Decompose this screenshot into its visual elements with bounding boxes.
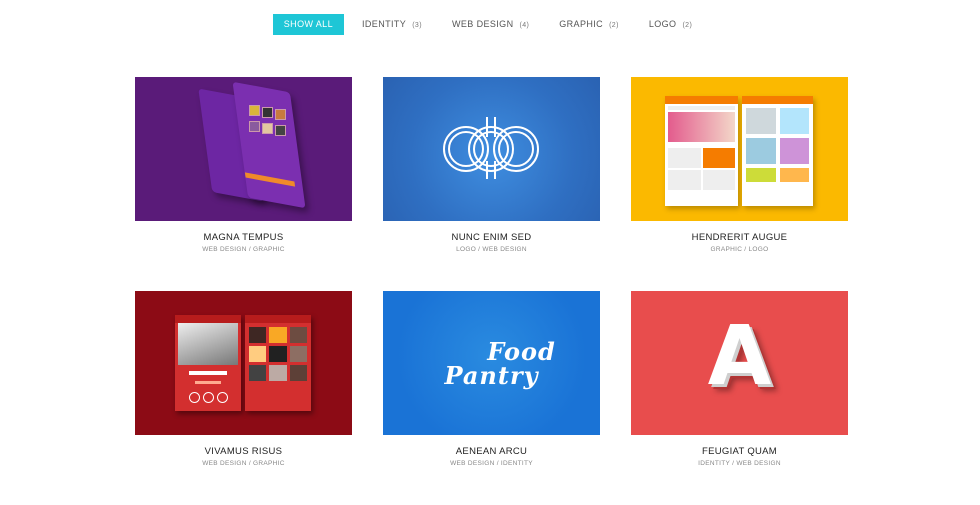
filter-count: (3) [412, 22, 422, 29]
portfolio-thumbnail-food-pantry[interactable]: Food Pantry [383, 291, 600, 435]
filter-label: LOGO [648, 19, 677, 29]
portfolio-thumbnail-music-app[interactable] [135, 291, 352, 435]
portfolio-item-title[interactable]: AENEAN ARCU [456, 446, 527, 457]
portfolio-item-categories: WEB DESIGN / GRAPHIC [202, 246, 285, 253]
filter-count: (2) [609, 22, 619, 29]
filter-show-all[interactable]: SHOW ALL [272, 14, 344, 35]
portfolio-item-categories: GRAPHIC / LOGO [710, 246, 769, 253]
filter-count: (2) [682, 22, 693, 29]
filter-count: (4) [519, 22, 530, 29]
filter-label: WEB DESIGN [451, 19, 514, 29]
portfolio-item-categories: WEB DESIGN / GRAPHIC [202, 460, 285, 467]
music-screen-right [245, 315, 311, 411]
portfolio-thumbnail-letter-a[interactable]: A [631, 291, 848, 435]
portfolio-item-categories: WEB DESIGN / IDENTITY [450, 460, 533, 467]
app-screen-right [742, 96, 813, 206]
portfolio-item-title[interactable]: FEUGIAT QUAM [702, 446, 777, 457]
food-pantry-word-2: Pantry [444, 361, 539, 390]
ring-logo-icon [443, 117, 539, 179]
portfolio-item[interactable]: A FEUGIAT QUAM IDENTITY / WEB DESIGN [631, 291, 848, 505]
portfolio-item-categories: IDENTITY / WEB DESIGN [698, 460, 781, 467]
portfolio-item[interactable]: VIVAMUS RISUS WEB DESIGN / GRAPHIC [135, 291, 352, 505]
filter-web-design[interactable]: WEB DESIGN (4) [437, 14, 544, 35]
portfolio-item-categories: LOGO / WEB DESIGN [456, 246, 527, 253]
portfolio-item[interactable]: Food Pantry AENEAN ARCU WEB DESIGN / IDE… [383, 291, 600, 505]
portfolio-item-title[interactable]: NUNC ENIM SED [452, 232, 532, 243]
portfolio-item[interactable]: HENDRERIT AUGUE GRAPHIC / LOGO [631, 77, 848, 291]
app-screen-left [665, 96, 738, 206]
portfolio-grid: MAGNA TEMPUS WEB DESIGN / GRAPHIC NUNC E… [135, 77, 848, 505]
portfolio-item[interactable]: MAGNA TEMPUS WEB DESIGN / GRAPHIC [135, 77, 352, 291]
filter-label: GRAPHIC [559, 19, 604, 29]
portfolio-item-title[interactable]: VIVAMUS RISUS [205, 446, 283, 457]
filter-label: IDENTITY [362, 19, 407, 29]
filter-identity[interactable]: IDENTITY (3) [347, 14, 437, 35]
filter-logo[interactable]: LOGO (2) [634, 14, 707, 35]
portfolio-thumbnail-app-phones[interactable] [135, 77, 352, 221]
portfolio-thumbnail-logo[interactable] [383, 77, 600, 221]
filter-graphic[interactable]: GRAPHIC (2) [544, 14, 634, 35]
filter-label: SHOW ALL [283, 19, 333, 29]
portfolio-item-title[interactable]: MAGNA TEMPUS [204, 232, 284, 243]
portfolio-thumbnail-shop-app[interactable] [631, 77, 848, 221]
portfolio-filter-bar: SHOW ALL IDENTITY (3) WEB DESIGN (4) GRAPH… [0, 14, 980, 35]
music-screen-left [175, 315, 241, 411]
portfolio-item-title[interactable]: HENDRERIT AUGUE [692, 232, 788, 243]
portfolio-item[interactable]: NUNC ENIM SED LOGO / WEB DESIGN [383, 77, 600, 291]
letter-a-mark: A [707, 309, 772, 404]
